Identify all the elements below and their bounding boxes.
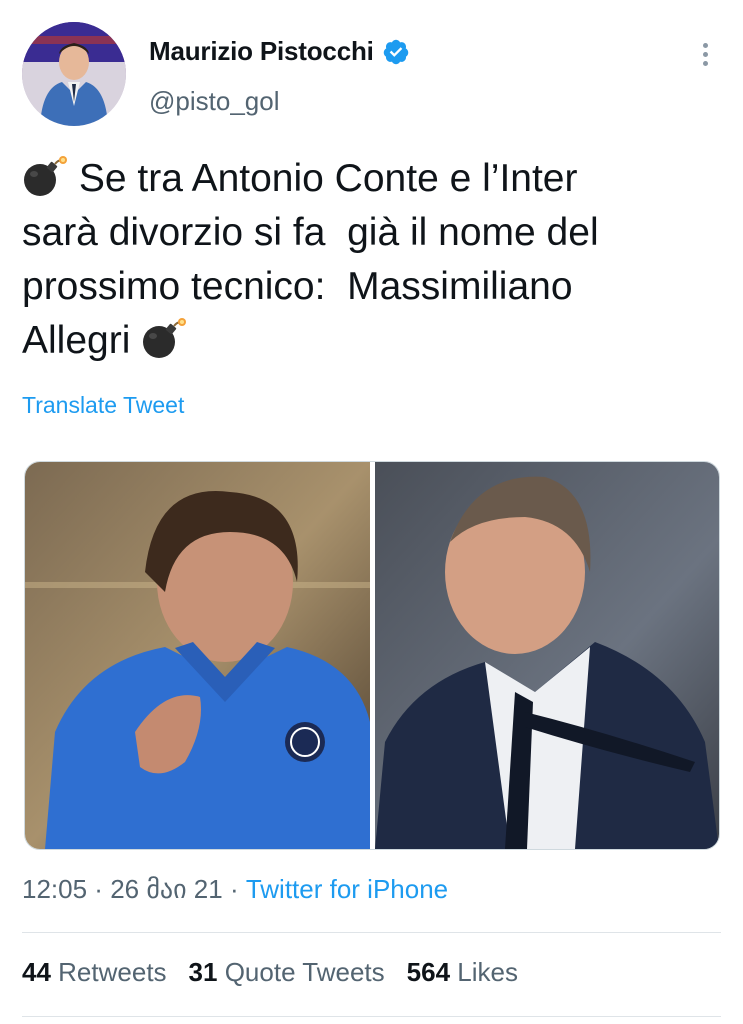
tweet-media[interactable] [24, 461, 720, 850]
likes-label: Likes [457, 957, 518, 987]
bomb-emoji-icon [22, 156, 68, 200]
bomb-emoji-icon [141, 318, 187, 362]
tweet-line-2: sarà divorzio si fa già il nome del [22, 211, 599, 254]
media-photo-allegri[interactable] [375, 462, 719, 849]
separator: · [87, 874, 111, 904]
divider [22, 932, 721, 933]
quote-tweets-count: 31 [188, 957, 218, 987]
quote-tweets-stat[interactable]: 31 Quote Tweets [189, 957, 385, 988]
more-options-icon[interactable] [695, 40, 715, 70]
likes-count: 564 [406, 957, 451, 987]
likes-stat[interactable]: 564 Likes [407, 957, 518, 988]
separator: · [222, 874, 246, 904]
tweet-line-4: Allegri [22, 319, 131, 362]
tweet-line-1: Se tra Antonio Conte e l’Inter [78, 157, 578, 200]
tweet-source-link[interactable]: Twitter for iPhone [246, 874, 448, 904]
divider [22, 1016, 721, 1017]
media-photo-conte[interactable] [25, 462, 370, 849]
avatar[interactable] [22, 22, 126, 126]
tweet-timestamp: 12:05 · 26 მაი 21 · Twitter for iPhone [22, 874, 448, 905]
tweet-stats: 44 Retweets 31 Quote Tweets 564 Likes [22, 957, 540, 988]
tweet-line-3: prossimo tecnico: Massimiliano [22, 265, 573, 308]
user-handle[interactable]: @pisto_gol [149, 86, 279, 117]
tweet-time[interactable]: 12:05 [22, 874, 87, 904]
display-name[interactable]: Maurizio Pistocchi [149, 36, 374, 67]
retweets-label: Retweets [58, 957, 167, 987]
tweet-text: Se tra Antonio Conte e l’Inter sarà divo… [22, 152, 712, 368]
quote-tweets-label: Quote Tweets [224, 957, 385, 987]
verified-badge-icon [383, 39, 408, 64]
retweets-stat[interactable]: 44 Retweets [22, 957, 167, 988]
retweets-count: 44 [22, 957, 51, 987]
tweet-date[interactable]: 26 მაი 21 [110, 874, 223, 904]
translate-tweet-link[interactable]: Translate Tweet [22, 392, 184, 419]
